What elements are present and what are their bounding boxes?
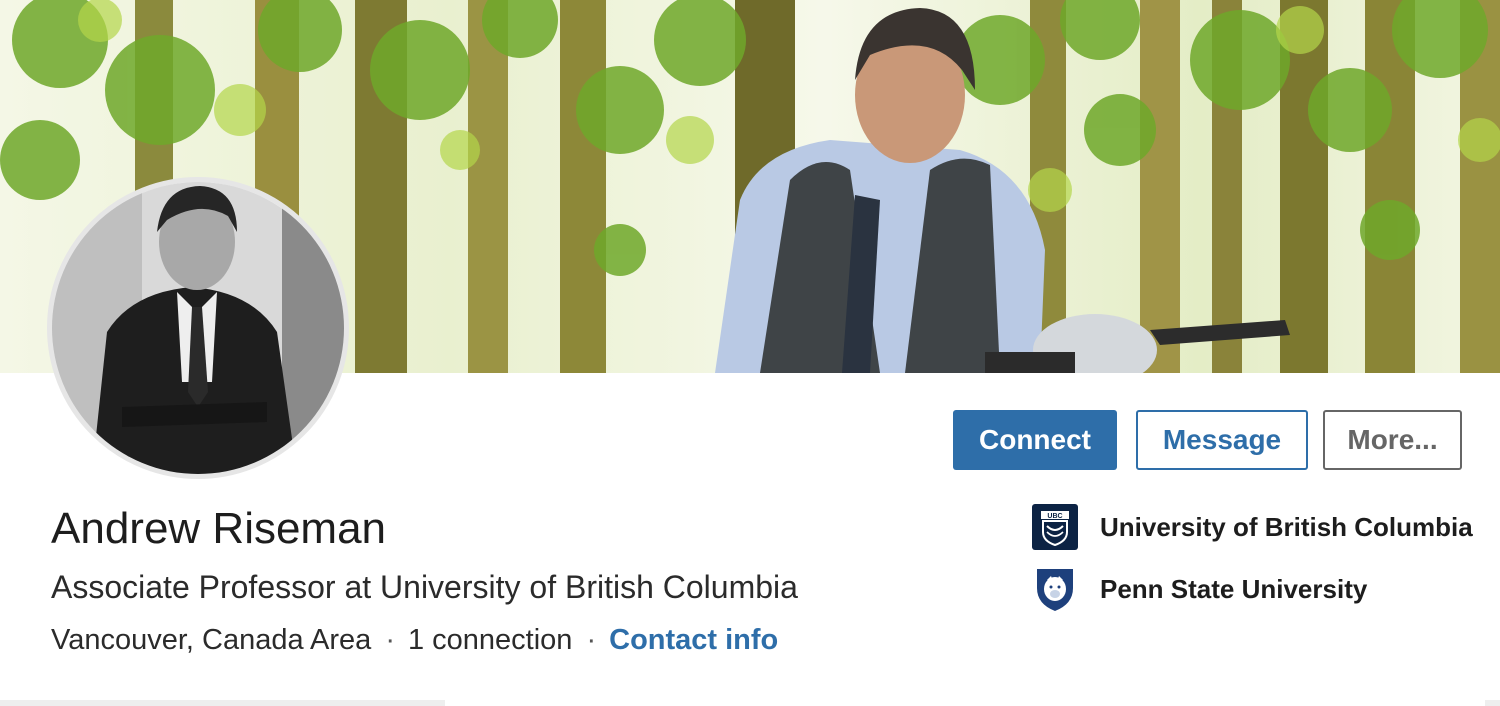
profile-connections[interactable]: 1 connection [408, 620, 572, 660]
avatar-photo [52, 182, 344, 474]
card-shadow [0, 700, 1500, 706]
ubc-logo-text: UBC [1047, 513, 1062, 520]
profile-location: Vancouver, Canada Area [51, 624, 372, 656]
more-button[interactable]: More... [1323, 410, 1462, 470]
education-name: Penn State University [1100, 573, 1368, 604]
penn-state-logo-icon [1032, 566, 1078, 612]
profile-meta: Vancouver, Canada Area · 1 connection · … [51, 620, 778, 660]
education-item-penn-state[interactable]: Penn State University [1032, 566, 1367, 612]
education-name: University of British Columbia [1100, 511, 1473, 542]
profile-avatar[interactable] [47, 177, 349, 479]
contact-info-link[interactable]: Contact info [609, 620, 778, 660]
profile-card: Connect Message More... Andrew Riseman A… [0, 0, 1500, 700]
profile-headline: Associate Professor at University of Bri… [51, 569, 798, 605]
ubc-logo-icon: UBC [1032, 504, 1078, 550]
education-item-ubc[interactable]: UBC University of British Columbia [1032, 504, 1473, 550]
message-button[interactable]: Message [1136, 410, 1308, 470]
profile-name: Andrew Riseman [51, 504, 387, 553]
meta-separator: · [385, 624, 395, 656]
meta-separator: · [586, 624, 597, 656]
connect-button[interactable]: Connect [953, 410, 1117, 470]
